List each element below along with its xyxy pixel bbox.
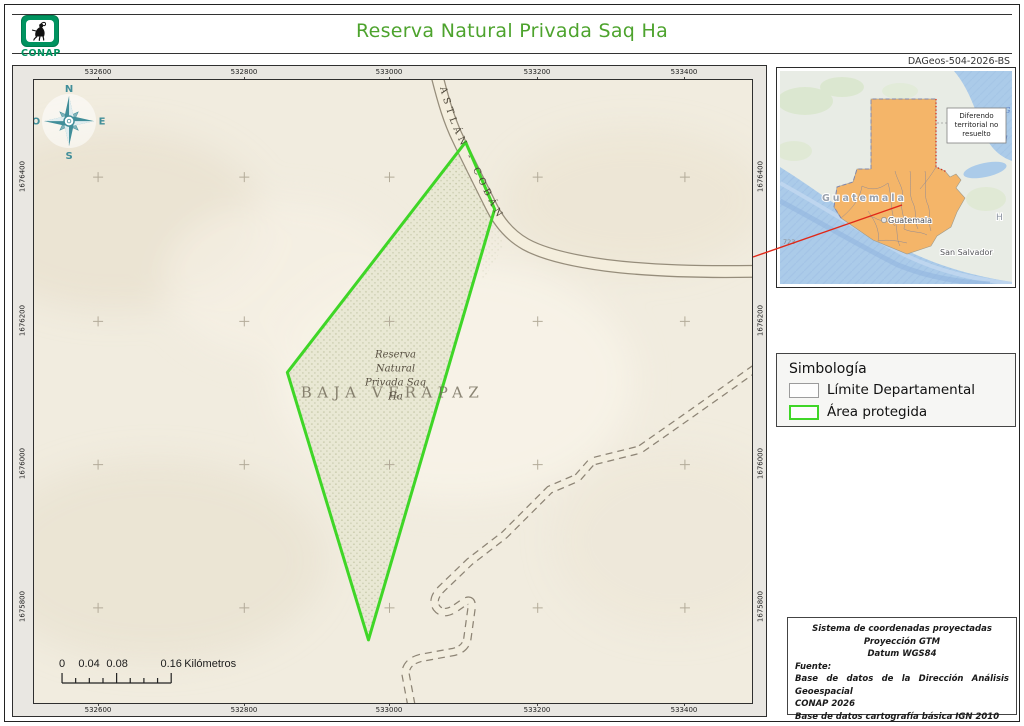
conap-logo: CONAP (21, 15, 61, 59)
datum-line: Datum WGS84 (867, 649, 937, 659)
grid-label-top: 533000 (369, 67, 409, 80)
svg-text:0.16: 0.16 (160, 658, 181, 670)
departmental-limit-swatch (789, 382, 819, 398)
page-title: Reserva Natural Privada Saq Ha (355, 20, 669, 42)
legend-item-protected-area: Área protegida (789, 404, 927, 420)
san-salvador-label: San Salvador (940, 248, 993, 257)
inset-locator-panel: Guatemala Guatemala San Salvador H o Hon… (776, 67, 1016, 288)
source-line: Base de datos de la Dirección Análisis G… (795, 674, 1009, 697)
legend-panel: Simbología Límite Departamental Área pro… (776, 353, 1016, 427)
conap-logo-text: CONAP (21, 48, 61, 59)
grid-label-top: 533400 (664, 67, 704, 80)
grid-label-left: 1676400 (18, 160, 27, 193)
quetzal-bird-icon (31, 21, 47, 41)
grid-label-right: 1676200 (756, 304, 765, 337)
grid-label-right: 1675800 (756, 590, 765, 623)
capital-city-label: Guatemala (888, 216, 932, 225)
svg-text:resuelto: resuelto (962, 130, 990, 138)
grid-label-bottom: 532600 (78, 703, 118, 716)
grid-label-bottom: 533400 (664, 703, 704, 716)
document-code: DAGeos-504-2026-BS (907, 56, 1010, 67)
protected-area-swatch (789, 404, 819, 420)
svg-text:Privada Saq: Privada Saq (364, 377, 426, 388)
grid-label-right: 1676000 (756, 447, 765, 480)
capital-city-dot (881, 217, 887, 223)
road-number-fragment: 723 (783, 238, 795, 246)
honduras-label-fragment: H o (996, 213, 1012, 223)
source-line: Base de datos cartografía básica IGN 201… (795, 711, 1000, 722)
grid-label-bottom: 533000 (369, 703, 409, 716)
country-label: Guatemala (822, 193, 907, 204)
svg-text:0.04: 0.04 (78, 658, 99, 670)
grid-label-left: 1676200 (18, 304, 27, 337)
metadata-panel: Sistema de coordenadas proyectadas Proye… (787, 617, 1017, 722)
header-top-rule (12, 14, 1012, 15)
conap-logo-box (21, 15, 59, 47)
crs-line: Sistema de coordenadas proyectadas (812, 624, 992, 634)
grid-label-top: 532800 (224, 67, 264, 80)
grid-label-left: 1675800 (18, 590, 27, 623)
svg-text:0: 0 (59, 658, 65, 670)
svg-text:Ha: Ha (387, 392, 403, 403)
grid-label-right: 1676400 (756, 160, 765, 193)
source-heading: Fuente: (795, 661, 832, 672)
grid-label-top: 532600 (78, 67, 118, 80)
grid-label-left: 1676000 (18, 447, 27, 480)
scale-unit: Kilómetros (184, 658, 236, 670)
source-line: CONAP 2026 (795, 699, 856, 709)
main-map-panel: 532600 532800 533000 533200 533400 53260… (12, 65, 767, 717)
map-canvas: ASTLÁN - COBÁN BAJA VERAPAZ Reserva Natu… (33, 79, 753, 704)
svg-text:territorial no: territorial no (955, 121, 999, 129)
svg-text:Diferendo: Diferendo (959, 112, 993, 120)
svg-text:Natural: Natural (375, 363, 415, 374)
compass-o: O (34, 117, 40, 128)
compass-n: N (65, 84, 73, 95)
legend-title: Simbología (789, 361, 867, 377)
compass-e: E (99, 117, 106, 128)
legend-item-departmental-limit: Límite Departamental (789, 382, 975, 398)
svg-text:0.08: 0.08 (106, 658, 127, 670)
territorial-dispute-callout: Diferendo territorial no resuelto (946, 107, 1007, 144)
header-bottom-rule (12, 53, 1012, 54)
svg-text:Reserva: Reserva (374, 349, 416, 360)
grid-label-bottom: 532800 (224, 703, 264, 716)
grid-label-bottom: 533200 (517, 703, 557, 716)
grid-label-top: 533200 (517, 67, 557, 80)
projection-line: Proyección GTM (863, 636, 941, 647)
compass-s: S (65, 151, 72, 162)
